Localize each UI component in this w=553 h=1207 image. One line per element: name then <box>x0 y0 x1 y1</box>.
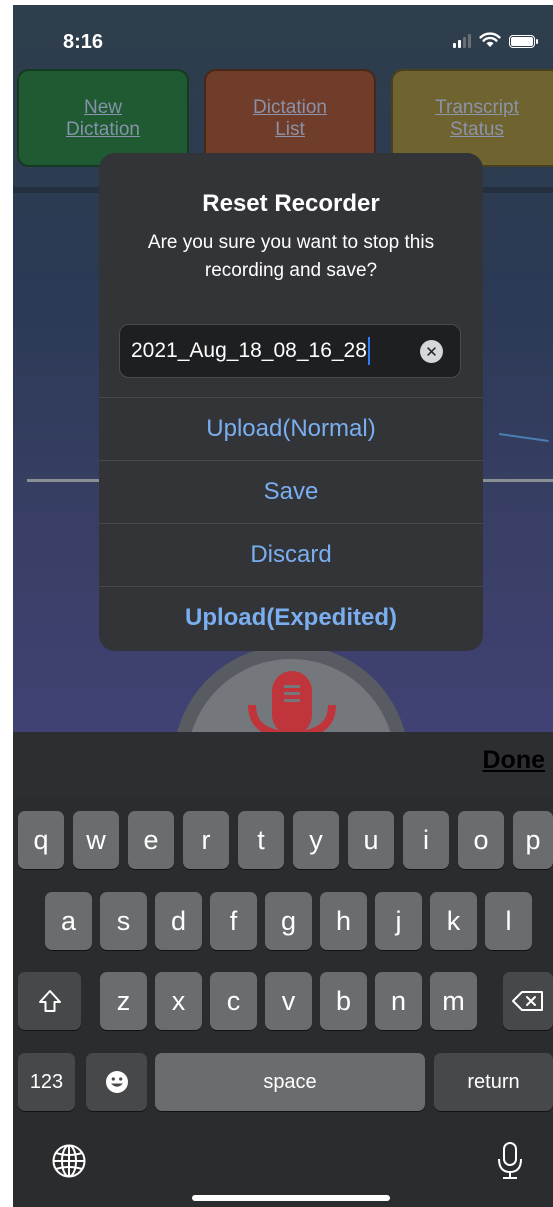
key-i[interactable]: i <box>403 811 449 869</box>
shift-icon <box>38 990 61 1012</box>
status-icons <box>453 32 538 48</box>
key-t[interactable]: t <box>238 811 284 869</box>
key-k[interactable]: k <box>430 892 477 950</box>
alert-title: Reset Recorder <box>202 190 380 217</box>
battery-icon <box>509 35 538 48</box>
globe-icon[interactable] <box>51 1143 87 1179</box>
key-w[interactable]: w <box>73 811 119 869</box>
key-a[interactable]: a <box>45 892 92 950</box>
return-key[interactable]: return <box>434 1053 553 1111</box>
key-b[interactable]: b <box>320 972 367 1030</box>
alert-message: Are you sure you want to stop this recor… <box>147 232 435 281</box>
key-y[interactable]: y <box>293 811 339 869</box>
key-r[interactable]: r <box>183 811 229 869</box>
key-x[interactable]: x <box>155 972 202 1030</box>
key-q[interactable]: q <box>18 811 64 869</box>
backspace-key[interactable] <box>503 972 553 1030</box>
key-p[interactable]: p <box>513 811 553 869</box>
key-s[interactable]: s <box>100 892 147 950</box>
key-g[interactable]: g <box>265 892 312 950</box>
nav-label-line1: Dictation <box>253 97 327 118</box>
filename-input-value: 2021_Aug_18_08_16_28 <box>131 339 367 362</box>
done-button[interactable]: Done <box>483 746 546 775</box>
key-c[interactable]: c <box>210 972 257 1030</box>
nav-label-line2: List <box>275 119 305 140</box>
key-l[interactable]: l <box>485 892 532 950</box>
dictation-mic-icon[interactable] <box>497 1141 523 1181</box>
key-e[interactable]: e <box>128 811 174 869</box>
key-n[interactable]: n <box>375 972 422 1030</box>
nav-label-line2: Status <box>450 119 504 140</box>
space-key[interactable]: space <box>155 1053 425 1111</box>
save-button[interactable]: Save <box>99 460 483 523</box>
emoji-icon <box>105 1071 128 1093</box>
emoji-key[interactable] <box>86 1053 147 1111</box>
keyboard: q w e r t y u i o p a s d f g h j k l z … <box>13 796 553 1207</box>
nav-label-line1: New <box>83 97 122 118</box>
key-v[interactable]: v <box>265 972 312 1030</box>
key-z[interactable]: z <box>100 972 147 1030</box>
status-time: 8:16 <box>63 31 104 53</box>
wifi-icon <box>479 32 501 47</box>
waveform-line-diagonal <box>498 433 549 442</box>
nav-label-line2: Dictation <box>66 119 140 140</box>
numbers-key[interactable]: 123 <box>18 1053 75 1111</box>
clear-text-icon[interactable]: ✕ <box>420 340 443 363</box>
microphone-icon <box>248 671 336 735</box>
cellular-signal-icon <box>453 34 471 48</box>
key-f[interactable]: f <box>210 892 257 950</box>
filename-input[interactable]: 2021_Aug_18_08_16_28 ✕ <box>119 324 461 378</box>
key-j[interactable]: j <box>375 892 422 950</box>
upload-normal-button[interactable]: Upload(Normal) <box>99 397 483 460</box>
upload-expedited-button[interactable]: Upload(Expedited) <box>99 586 483 649</box>
keyboard-toolbar: Done <box>13 732 553 796</box>
key-d[interactable]: d <box>155 892 202 950</box>
phone-screen: 8:16 New Dictation Dictation List Transcri… <box>13 5 553 1207</box>
discard-button[interactable]: Discard <box>99 523 483 586</box>
nav-label-line1: Transcript <box>435 97 519 118</box>
key-o[interactable]: o <box>458 811 504 869</box>
shift-key[interactable] <box>18 972 81 1030</box>
key-m[interactable]: m <box>430 972 477 1030</box>
home-indicator[interactable] <box>192 1195 390 1201</box>
text-cursor <box>367 337 370 365</box>
reset-recorder-alert: Reset Recorder Are you sure you want to … <box>99 153 483 651</box>
status-bar: 8:16 <box>13 5 553 59</box>
backspace-icon <box>512 991 543 1011</box>
key-u[interactable]: u <box>348 811 394 869</box>
key-h[interactable]: h <box>320 892 367 950</box>
waveform-line-right <box>483 479 553 482</box>
